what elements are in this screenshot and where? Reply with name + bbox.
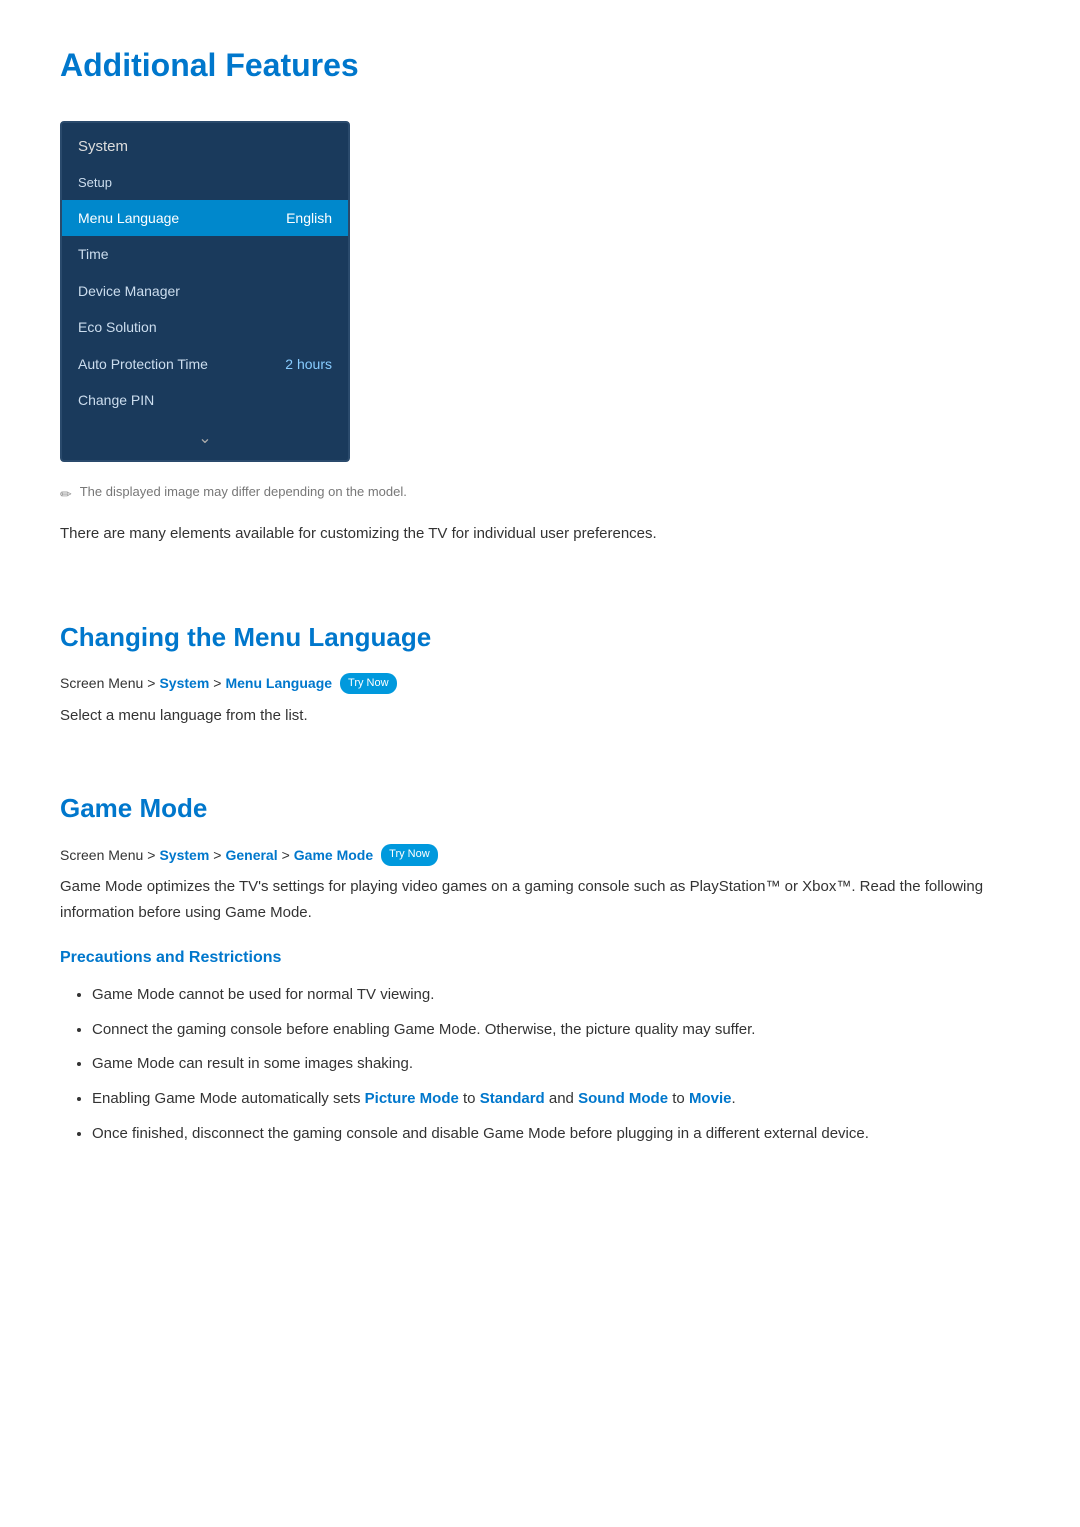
breadcrumb-sep: >	[213, 844, 221, 866]
tv-menu-item-label: Change PIN	[78, 389, 154, 411]
game-mode-body-text: Game Mode optimizes the TV's settings fo…	[60, 874, 1020, 925]
standard-link[interactable]: Standard	[480, 1090, 545, 1107]
breadcrumb-sep: >	[147, 672, 155, 694]
list-item: Connect the gaming console before enabli…	[92, 1018, 1020, 1043]
tv-menu-item-device-manager: Device Manager	[62, 273, 348, 309]
list-item-text: Game Mode can result in some images shak…	[92, 1055, 413, 1072]
try-now-badge[interactable]: Try Now	[340, 673, 397, 695]
tv-menu-item-label: Device Manager	[78, 280, 180, 302]
subsection-heading-precautions: Precautions and Restrictions	[60, 945, 1020, 971]
breadcrumb-sep: >	[282, 844, 290, 866]
tv-menu-title: System	[62, 123, 348, 167]
tv-menu-item-label: Eco Solution	[78, 316, 157, 338]
tv-menu-item-label: Menu Language	[78, 207, 179, 229]
note-text: The displayed image may differ depending…	[80, 482, 407, 503]
try-now-badge-game-mode[interactable]: Try Now	[381, 844, 438, 866]
tv-menu-chevron-icon: ⌄	[62, 418, 348, 460]
menu-language-sub-text: Select a menu language from the list.	[60, 703, 1020, 729]
precautions-list: Game Mode cannot be used for normal TV v…	[60, 983, 1020, 1147]
list-item-text: Enabling Game Mode automatically sets	[92, 1090, 365, 1107]
breadcrumb-screen-menu: Screen Menu	[60, 844, 143, 866]
sound-mode-link[interactable]: Sound Mode	[578, 1090, 668, 1107]
breadcrumb-menu-language: Screen Menu > System > Menu Language Try…	[60, 672, 1020, 694]
section-heading-game-mode: Game Mode	[60, 788, 1020, 830]
breadcrumb-menu-language-link[interactable]: Menu Language	[225, 672, 332, 694]
pencil-icon: ✏	[60, 483, 72, 505]
picture-mode-link[interactable]: Picture Mode	[365, 1090, 459, 1107]
breadcrumb-screen-menu: Screen Menu	[60, 672, 143, 694]
section-heading-menu-language: Changing the Menu Language	[60, 617, 1020, 659]
list-item: Game Mode cannot be used for normal TV v…	[92, 983, 1020, 1008]
list-item-text: Connect the gaming console before enabli…	[92, 1021, 755, 1038]
breadcrumb-sep: >	[213, 672, 221, 694]
tv-menu-item-label: Time	[78, 243, 109, 265]
breadcrumb-system-link[interactable]: System	[159, 844, 209, 866]
breadcrumb-game-mode-link[interactable]: Game Mode	[294, 844, 373, 866]
list-item: Once finished, disconnect the gaming con…	[92, 1122, 1020, 1147]
tv-menu-item-value: 2 hours	[285, 353, 332, 375]
movie-link[interactable]: Movie	[689, 1090, 732, 1107]
list-item: Game Mode can result in some images shak…	[92, 1052, 1020, 1077]
breadcrumb-game-mode: Screen Menu > System > General > Game Mo…	[60, 844, 1020, 866]
list-item: Enabling Game Mode automatically sets Pi…	[92, 1087, 1020, 1112]
tv-menu-screenshot: System Setup Menu Language English Time …	[60, 121, 350, 462]
tv-menu-item-label: Auto Protection Time	[78, 353, 208, 375]
page-title: Additional Features	[60, 40, 1020, 91]
tv-menu-item-value: English	[286, 207, 332, 229]
tv-menu-item-menu-language: Menu Language English	[62, 200, 348, 236]
breadcrumb-general-link[interactable]: General	[225, 844, 277, 866]
tv-menu-item-change-pin: Change PIN	[62, 382, 348, 418]
tv-menu-setup-label: Setup	[62, 167, 348, 200]
intro-text: There are many elements available for cu…	[60, 521, 1020, 547]
tv-menu-item-time: Time	[62, 236, 348, 272]
tv-menu-item-auto-protection-time: Auto Protection Time 2 hours	[62, 346, 348, 382]
list-item-text: Game Mode cannot be used for normal TV v…	[92, 986, 434, 1003]
breadcrumb-sep: >	[147, 844, 155, 866]
note-line: ✏ The displayed image may differ dependi…	[60, 482, 1020, 505]
tv-menu-item-eco-solution: Eco Solution	[62, 309, 348, 345]
breadcrumb-system-link[interactable]: System	[159, 672, 209, 694]
list-item-text: Once finished, disconnect the gaming con…	[92, 1125, 869, 1142]
